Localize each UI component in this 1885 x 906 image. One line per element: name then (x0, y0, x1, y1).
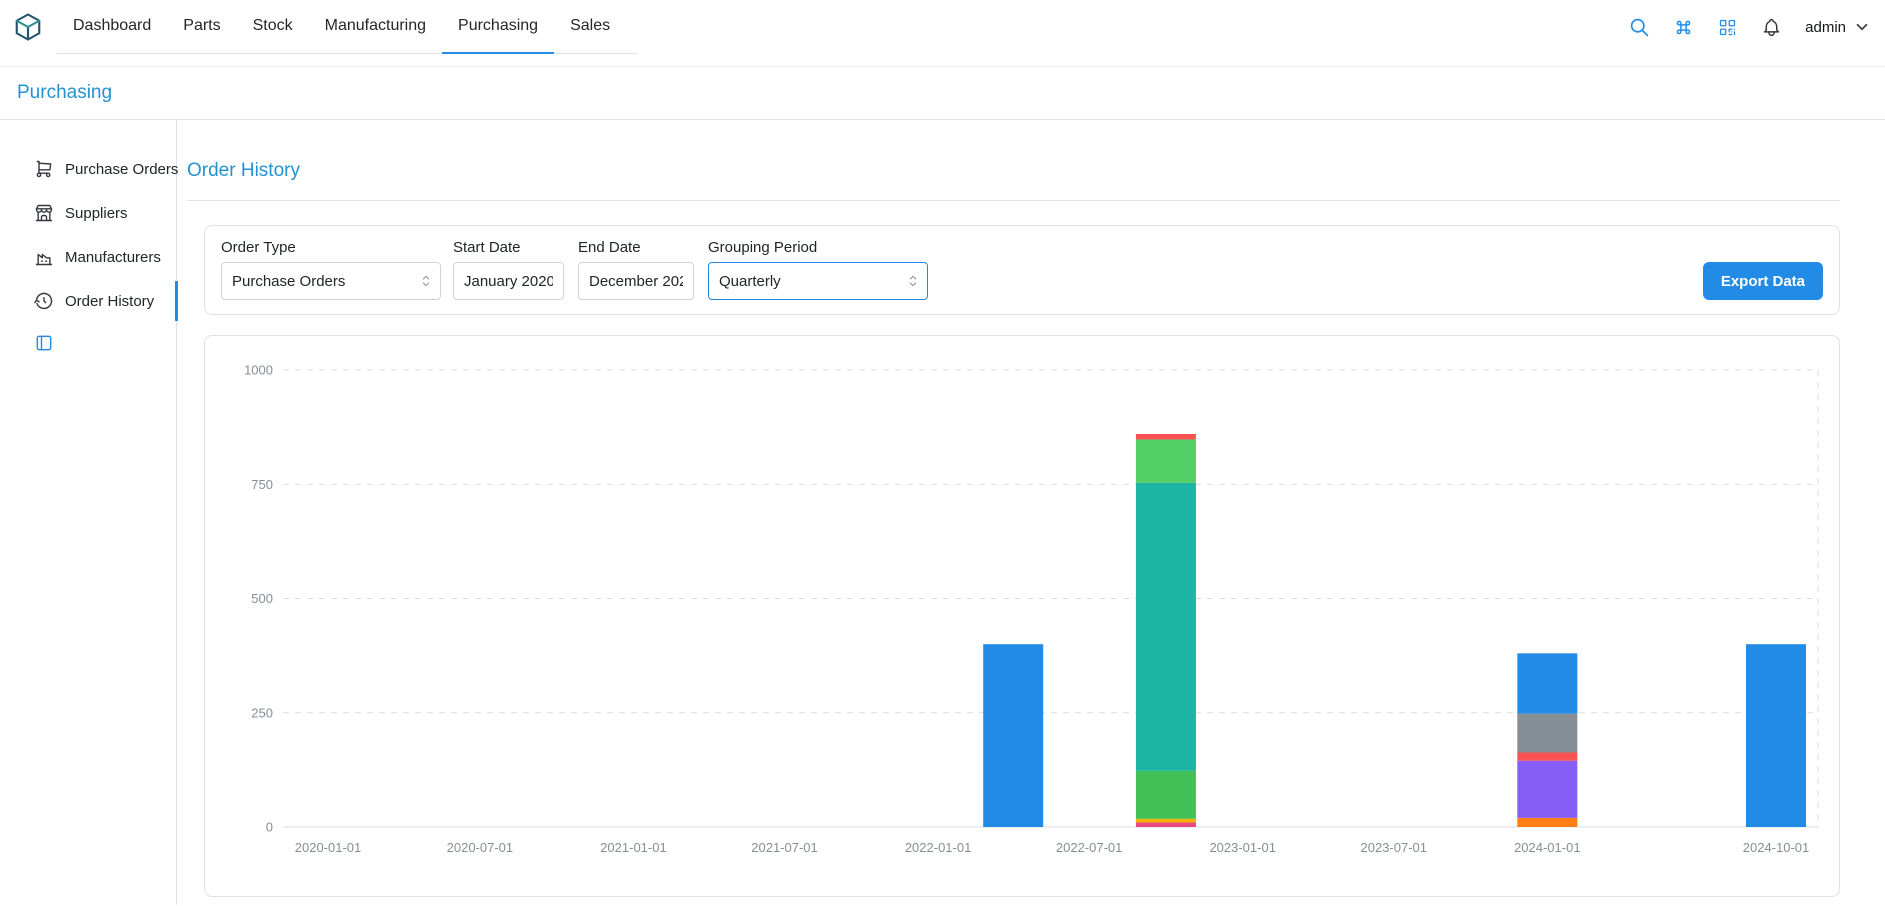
grouping-period-field: Grouping Period Quarterly (708, 239, 928, 300)
main-content: Order History Order Type Purchase Orders… (177, 120, 1885, 905)
svg-text:2023-01-01: 2023-01-01 (1209, 840, 1276, 855)
sidebar-item-label: Manufacturers (65, 249, 161, 266)
end-date-input[interactable] (578, 262, 694, 300)
shopping-cart-icon (34, 159, 54, 179)
svg-text:2024-10-01: 2024-10-01 (1743, 840, 1810, 855)
sidebar-item-label: Order History (65, 293, 154, 310)
breadcrumb-bar: Purchasing (0, 67, 1885, 120)
purchasing-sidebar: Purchase Orders Suppliers Manufacturers (0, 120, 177, 905)
tab-dashboard[interactable]: Dashboard (57, 0, 167, 54)
svg-text:2020-01-01: 2020-01-01 (295, 840, 362, 855)
sidebar-item-suppliers[interactable]: Suppliers (0, 191, 176, 235)
end-date-field: End Date (578, 239, 694, 300)
svg-text:2021-07-01: 2021-07-01 (751, 840, 818, 855)
filter-panel: Order Type Purchase Orders Start Date En… (204, 225, 1840, 315)
sidebar-item-label: Purchase Orders (65, 161, 178, 178)
page-title: Order History (187, 160, 1840, 182)
search-icon[interactable] (1629, 17, 1650, 38)
top-navbar: Dashboard Parts Stock Manufacturing Purc… (0, 0, 1885, 67)
username-label: admin (1805, 19, 1846, 36)
svg-text:2024-01-01: 2024-01-01 (1514, 840, 1581, 855)
grouping-period-select[interactable]: Quarterly (708, 262, 928, 300)
order-type-value: Purchase Orders (232, 273, 345, 290)
sidebar-item-manufacturers[interactable]: Manufacturers (0, 235, 176, 279)
start-date-label: Start Date (453, 239, 564, 256)
start-date-field: Start Date (453, 239, 564, 300)
main-nav-tabs: Dashboard Parts Stock Manufacturing Purc… (57, 0, 638, 54)
sidebar-collapse-icon[interactable] (34, 333, 54, 353)
order-type-select[interactable]: Purchase Orders (221, 262, 441, 300)
export-data-button[interactable]: Export Data (1703, 262, 1823, 300)
storefront-icon (34, 203, 54, 223)
order-history-stacked-bar-chart: 0 250 500 750 1000 2020-01-01 2020-07-01 2021-0… (205, 336, 1839, 896)
svg-text:250: 250 (251, 705, 273, 720)
svg-text:500: 500 (251, 591, 273, 606)
user-menu[interactable]: admin (1805, 18, 1871, 36)
svg-text:2021-01-01: 2021-01-01 (600, 840, 667, 855)
command-palette-icon[interactable] (1673, 17, 1694, 38)
app-logo[interactable] (13, 0, 43, 54)
title-divider (187, 200, 1840, 201)
selector-updown-icon (905, 273, 921, 289)
sidebar-item-purchase-orders[interactable]: Purchase Orders (0, 147, 176, 191)
breadcrumb-purchasing[interactable]: Purchasing (17, 82, 112, 104)
factory-icon (34, 247, 54, 267)
barcode-scan-icon[interactable] (1717, 17, 1738, 38)
selector-updown-icon (418, 273, 434, 289)
svg-text:2022-07-01: 2022-07-01 (1056, 840, 1123, 855)
sidebar-item-order-history[interactable]: Order History (0, 279, 176, 323)
svg-text:0: 0 (266, 820, 273, 835)
svg-text:750: 750 (251, 477, 273, 492)
tab-manufacturing[interactable]: Manufacturing (309, 0, 442, 54)
order-type-field: Order Type Purchase Orders (221, 239, 441, 300)
svg-text:2023-07-01: 2023-07-01 (1361, 840, 1428, 855)
tab-stock[interactable]: Stock (237, 0, 309, 54)
sidebar-item-label: Suppliers (65, 205, 128, 222)
inventree-logo-icon (13, 12, 43, 42)
notifications-bell-icon[interactable] (1761, 17, 1782, 38)
grouping-period-value: Quarterly (719, 273, 781, 290)
end-date-label: End Date (578, 239, 694, 256)
start-date-input[interactable] (453, 262, 564, 300)
navbar-actions: admin (1629, 0, 1871, 54)
order-history-chart-panel: 0 250 500 750 1000 2020-01-01 2020-07-01 2021-0… (204, 335, 1840, 897)
history-icon (34, 291, 54, 311)
svg-text:2022-01-01: 2022-01-01 (905, 840, 972, 855)
chevron-down-icon (1853, 18, 1871, 36)
svg-text:2020-07-01: 2020-07-01 (447, 840, 513, 855)
order-type-label: Order Type (221, 239, 441, 256)
navbar-spacer (638, 0, 1629, 66)
tab-sales[interactable]: Sales (554, 0, 626, 54)
tab-parts[interactable]: Parts (167, 0, 236, 54)
grouping-period-label: Grouping Period (708, 239, 928, 256)
tab-purchasing[interactable]: Purchasing (442, 0, 554, 54)
svg-text:1000: 1000 (244, 363, 273, 378)
